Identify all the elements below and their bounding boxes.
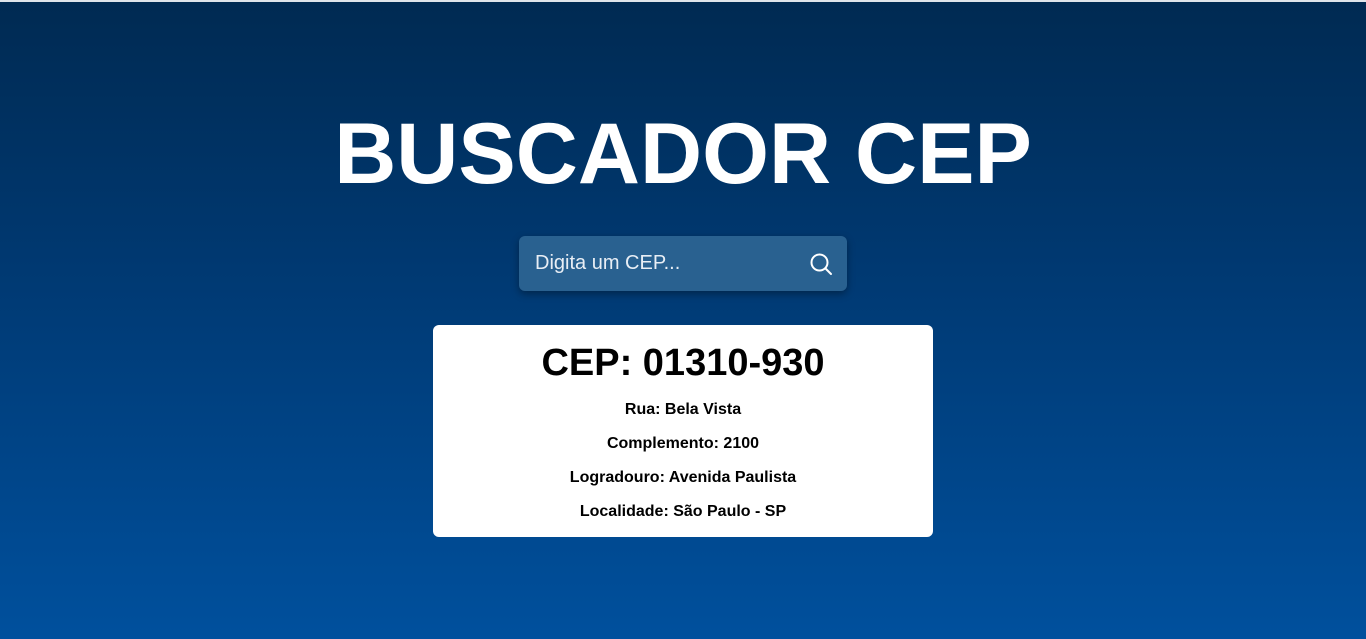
search-icon [810, 253, 832, 275]
complement-info: Complemento: 2100 [606, 435, 760, 452]
result-card: CEP: 01310-930 Rua: Bela Vista Complemen… [433, 325, 933, 537]
top-border [0, 0, 1366, 2]
address-info: Logradouro: Avenida Paulista [569, 469, 797, 486]
cep-search-input[interactable] [519, 236, 799, 291]
locality-info: Localidade: São Paulo - SP [579, 503, 787, 520]
search-box [519, 236, 847, 291]
cep-heading: CEP: 01310-930 [541, 342, 825, 384]
page-title: BUSCADOR CEP [334, 106, 1032, 202]
search-button[interactable] [803, 246, 839, 282]
street-info: Rua: Bela Vista [624, 401, 742, 418]
